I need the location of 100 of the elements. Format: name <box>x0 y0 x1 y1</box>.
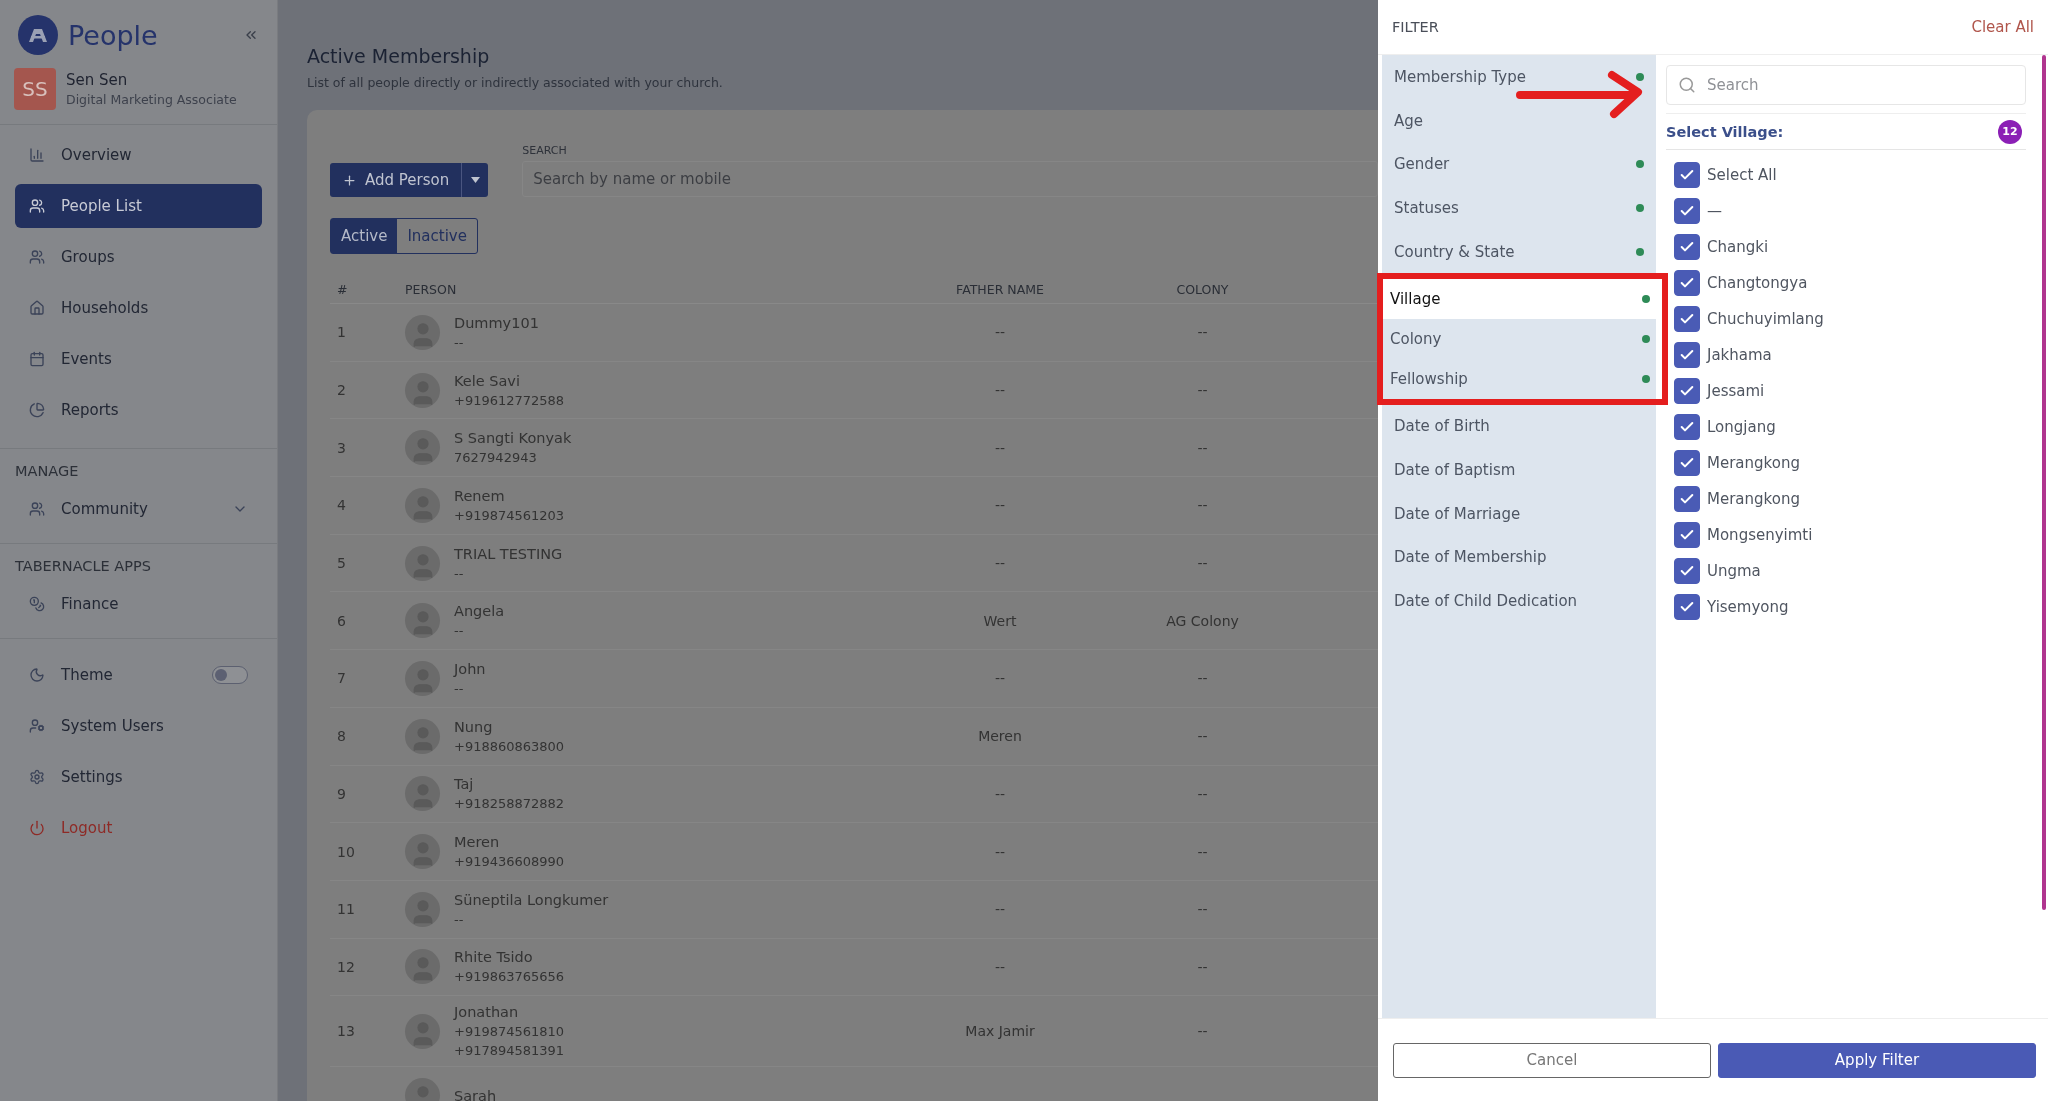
nav-item[interactable]: Logout <box>15 806 262 850</box>
nav-item[interactable]: Theme <box>15 653 262 697</box>
option-label: Mongsenyimti <box>1707 526 1813 544</box>
house-icon <box>29 300 45 316</box>
nav-item[interactable]: People List <box>15 184 262 228</box>
person-name[interactable]: Taj <box>454 776 565 793</box>
nav-item[interactable]: System Users <box>15 704 262 748</box>
checkbox[interactable] <box>1674 522 1700 548</box>
person-name[interactable]: Rhite Tsido <box>454 949 565 966</box>
person-name[interactable]: Jonathan <box>454 1004 565 1021</box>
filter-category[interactable]: Statuses <box>1382 186 1656 230</box>
filter-category[interactable]: Age <box>1382 98 1656 143</box>
checkbox[interactable] <box>1674 270 1700 296</box>
option-label: Ungma <box>1707 562 1761 580</box>
filter-category[interactable]: Date of Child Dedication <box>1382 579 1656 623</box>
nav-item[interactable]: Settings <box>15 755 262 799</box>
option-label: Changtongya <box>1707 274 1808 292</box>
person-name[interactable]: S Sangti Konyak <box>454 430 572 447</box>
count-badge: 12 <box>1998 119 2022 144</box>
table-cell: -- <box>994 958 1006 975</box>
calendar-icon <box>29 351 45 367</box>
person-name[interactable]: Süneptila Longkumer <box>454 891 609 908</box>
table-cell: -- <box>994 324 1006 341</box>
user-avatar: SS <box>14 68 56 110</box>
person-name[interactable]: Dummy101 <box>454 314 539 331</box>
nav-item[interactable]: Overview <box>15 133 262 177</box>
checkbox[interactable] <box>1674 342 1700 368</box>
scrollbar[interactable] <box>2042 55 2046 910</box>
checkbox[interactable] <box>1674 450 1700 476</box>
nav-item[interactable]: Groups <box>15 235 262 279</box>
person-name[interactable]: Angela <box>454 603 505 620</box>
people-icon <box>29 501 45 517</box>
search-label: SEARCH <box>522 144 568 157</box>
filter-category[interactable]: Fellowship <box>1383 358 1662 399</box>
caret-icon <box>470 177 480 183</box>
filter-category[interactable]: Membership Type <box>1382 55 1656 99</box>
section-heading: MANAGE <box>15 463 80 481</box>
avatar-icon <box>405 891 440 927</box>
checkbox[interactable] <box>1674 306 1700 332</box>
avatar-icon <box>405 776 440 812</box>
checkbox[interactable] <box>1674 378 1700 404</box>
search-field[interactable]: Search by name or mobile <box>522 161 1378 197</box>
person-phone: +917894581391 <box>454 1043 565 1059</box>
avatar-icon <box>405 1013 440 1049</box>
table-cell: -- <box>1197 728 1208 745</box>
status-tab[interactable]: Inactive <box>397 219 477 253</box>
table-cell: Meren <box>978 728 1022 745</box>
nav-item[interactable]: Finance <box>15 582 262 626</box>
avatar-icon <box>405 660 440 696</box>
person-name[interactable]: Kele Savi <box>454 372 565 389</box>
person-name[interactable]: Renem <box>454 487 565 504</box>
checkbox[interactable] <box>1674 198 1700 224</box>
person-name[interactable]: Sarah <box>454 1087 497 1101</box>
person-phone: 7627942943 <box>454 450 538 466</box>
table-cell: -- <box>1197 785 1208 802</box>
row-number: 8 <box>337 728 346 745</box>
person-name[interactable]: John <box>454 660 486 677</box>
table-cell: -- <box>994 785 1006 802</box>
nav-item[interactable]: Reports <box>15 388 262 432</box>
row-number: 11 <box>337 901 355 918</box>
page-title: Active Membership <box>307 45 491 67</box>
checkbox[interactable] <box>1674 162 1700 188</box>
nav-item[interactable]: Households <box>15 286 262 330</box>
checkbox[interactable] <box>1674 594 1700 620</box>
table-cell: Wert <box>983 612 1017 629</box>
table-cell: -- <box>994 439 1006 456</box>
cancel-button[interactable]: Cancel <box>1393 1042 1711 1078</box>
filter-category[interactable]: Date of Baptism <box>1382 448 1656 492</box>
pie-chart-icon <box>29 402 45 418</box>
status-tab[interactable]: Active <box>331 219 398 253</box>
row-number: 6 <box>337 612 346 629</box>
avatar-icon <box>405 545 440 581</box>
column-header: FATHER NAME <box>955 282 1045 297</box>
checkbox[interactable] <box>1674 234 1700 260</box>
checkbox[interactable] <box>1674 558 1700 584</box>
nav-item[interactable]: Events <box>15 337 262 381</box>
filter-category[interactable]: Colony <box>1383 319 1662 359</box>
person-name[interactable]: Meren <box>454 834 565 851</box>
table-cell: -- <box>1197 901 1208 918</box>
checkbox[interactable] <box>1674 486 1700 512</box>
filter-category[interactable]: Date of Membership <box>1382 535 1656 580</box>
avatar-icon <box>405 372 440 408</box>
person-name[interactable]: Nung <box>454 718 565 735</box>
filter-category[interactable]: Date of Marriage <box>1382 491 1656 536</box>
filter-category[interactable]: Gender <box>1382 142 1656 187</box>
apply-button[interactable]: Apply Filter <box>1718 1042 2036 1078</box>
filter-category[interactable]: Date of Birth <box>1382 404 1656 449</box>
option-label: Chuchuyimlang <box>1707 310 1824 328</box>
nav-item[interactable]: Community <box>15 487 262 531</box>
table-cell: -- <box>1197 670 1208 687</box>
table-cell: -- <box>1197 555 1208 572</box>
row-number: 1 <box>337 324 346 341</box>
filter-category[interactable]: Country & State <box>1382 229 1656 274</box>
clear-all-link[interactable]: Clear All <box>1971 18 2034 36</box>
theme-toggle[interactable] <box>212 666 248 684</box>
person-name[interactable]: TRIAL TESTING <box>454 545 563 562</box>
add-person-button[interactable]: Add Person <box>330 163 462 197</box>
filter-search-field[interactable]: Search <box>1666 65 2026 105</box>
checkbox[interactable] <box>1674 414 1700 440</box>
avatar-icon <box>405 603 440 639</box>
